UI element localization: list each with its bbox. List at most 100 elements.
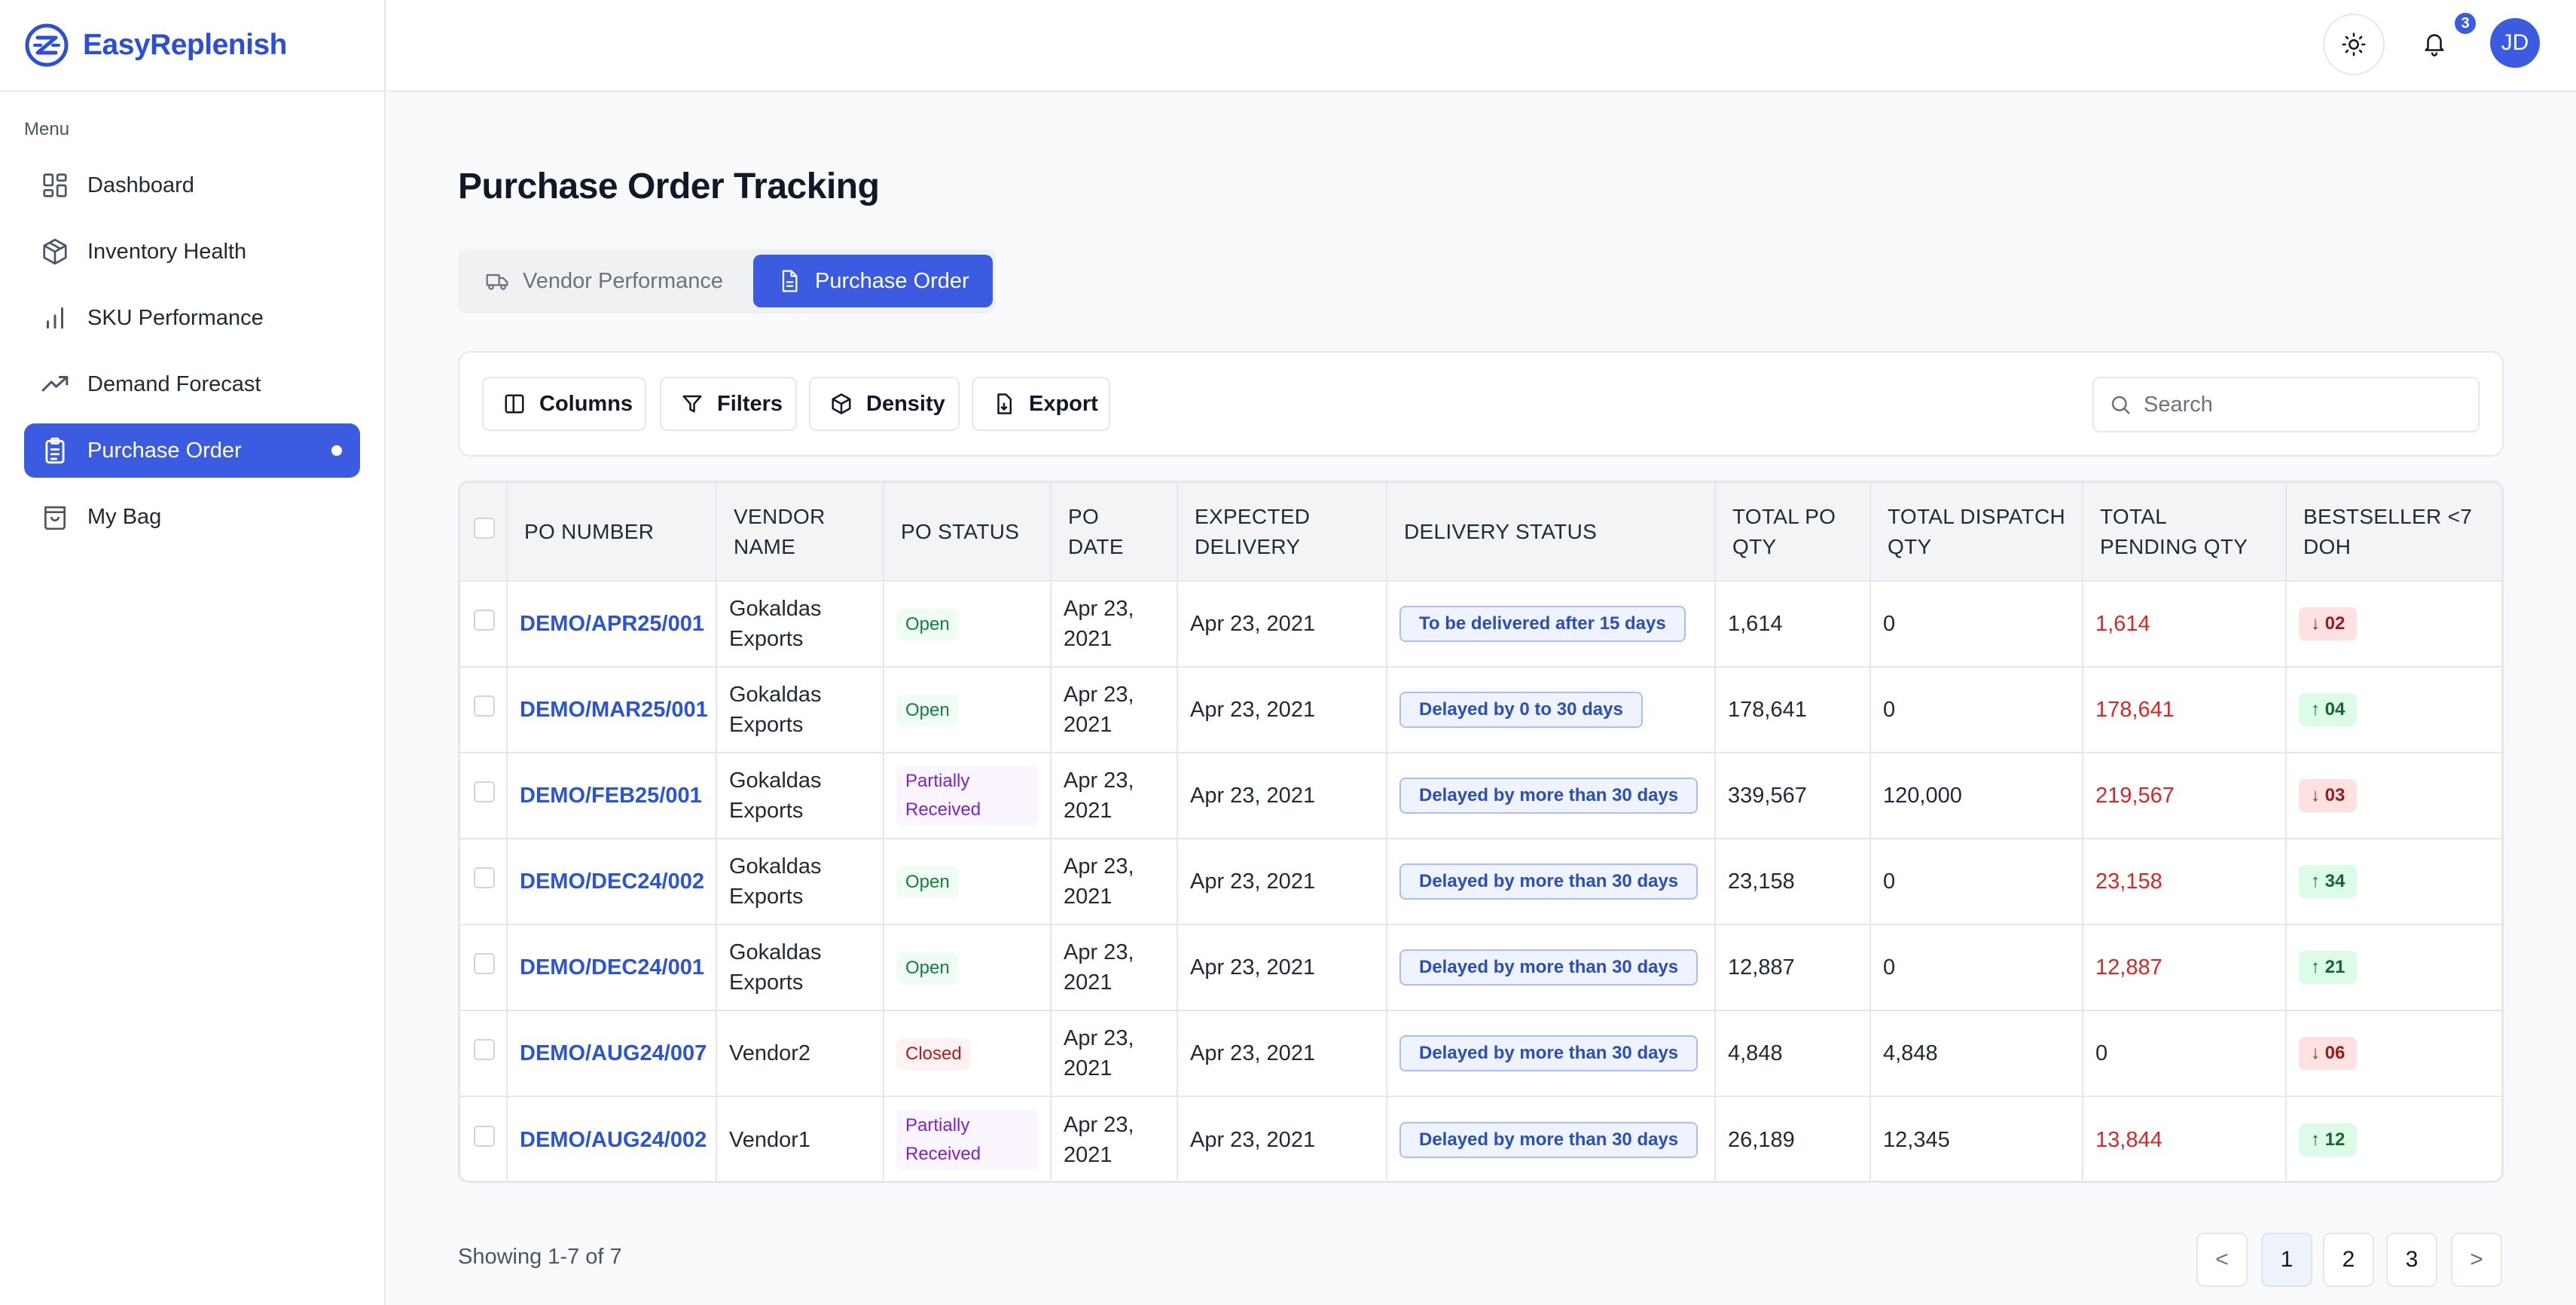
page-3-button[interactable]: 3 (2386, 1233, 2437, 1287)
total-pending-qty-cell: 178,641 (2083, 667, 2287, 753)
total-pending-qty-cell: 1,614 (2083, 581, 2287, 668)
table-toolbar: Columns Filters Density Export (458, 351, 2504, 457)
po-number-link[interactable]: DEMO/FEB25/001 (520, 784, 702, 808)
header-delivery-status[interactable]: DELIVERY STATUS (1387, 483, 1716, 582)
search-input[interactable] (2144, 392, 2460, 417)
filters-button[interactable]: Filters (660, 377, 797, 431)
density-label: Density (866, 391, 945, 416)
bestseller-trend-badge: ↑ 12 (2299, 1123, 2358, 1157)
header-po-date[interactable]: PO DATE (1051, 483, 1178, 582)
columns-icon (505, 394, 524, 414)
row-select-cell (460, 667, 508, 753)
row-checkbox[interactable] (474, 1039, 495, 1060)
total-dispatch-qty-cell: 0 (1870, 667, 2083, 753)
row-checkbox[interactable] (474, 867, 495, 888)
theme-toggle-button[interactable] (2323, 14, 2385, 75)
sidebar-item-inventory-health[interactable]: Inventory Health (24, 225, 360, 279)
row-checkbox[interactable] (474, 781, 495, 802)
header-total-po-qty[interactable]: TOTAL PO QTY (1715, 483, 1871, 582)
header-expected-delivery[interactable]: EXPECTED DELIVERY (1177, 483, 1387, 582)
total-dispatch-qty-cell: 0 (1870, 839, 2083, 925)
columns-label: Columns (539, 391, 633, 416)
export-button[interactable]: Export (972, 377, 1110, 431)
po-status-badge: Open (896, 694, 959, 726)
po-number-cell: DEMO/AUG24/002 (507, 1096, 717, 1181)
header-po-number[interactable]: PO NUMBER (507, 483, 717, 582)
page-1-button[interactable]: 1 (2261, 1233, 2312, 1287)
delivery-status-cell: Delayed by more than 30 days (1387, 1010, 1716, 1097)
table-row[interactable]: DEMO/MAR25/001 Gokaldas Exports Open Apr 23… (460, 667, 2501, 753)
po-status-cell: Partially Received (884, 1096, 1051, 1181)
delivery-status-badge: Delayed by more than 30 days (1399, 1035, 1699, 1071)
expected-delivery-cell: Apr 23, 2021 (1177, 1010, 1387, 1097)
tab-purchase-order[interactable]: Purchase Order (753, 255, 993, 307)
po-status-cell: Open (884, 925, 1051, 1011)
header-total-dispatch-qty[interactable]: TOTAL DISPATCH QTY (1870, 483, 2083, 582)
vendor-name-cell: Gokaldas Exports (716, 667, 884, 753)
avatar[interactable]: JD (2490, 18, 2540, 68)
po-number-link[interactable]: DEMO/DEC24/001 (520, 955, 704, 980)
dashboard-grid-icon (43, 173, 67, 197)
filters-label: Filters (717, 391, 783, 416)
sun-icon (2342, 32, 2366, 57)
header-po-status[interactable]: PO STATUS (884, 483, 1051, 582)
table-row[interactable]: DEMO/DEC24/001 Gokaldas Exports Open Apr 23… (460, 925, 2501, 1011)
row-checkbox[interactable] (474, 1125, 495, 1147)
notifications-button[interactable] (2413, 23, 2455, 65)
po-status-cell: Closed (884, 1010, 1051, 1097)
header-bestseller[interactable]: BESTSELLER <7 DOH (2286, 483, 2501, 582)
po-status-badge: Partially Received (896, 1109, 1038, 1170)
brand-name[interactable]: EasyReplenish (83, 29, 287, 62)
expected-delivery-cell: Apr 23, 2021 (1177, 581, 1387, 668)
delivery-status-badge: Delayed by 0 to 30 days (1399, 692, 1643, 728)
sidebar-item-my-bag[interactable]: My Bag (24, 490, 360, 544)
select-all-checkbox[interactable] (474, 517, 495, 539)
prev-page-button[interactable]: < (2196, 1233, 2248, 1287)
bestseller-trend-badge: ↓ 06 (2299, 1037, 2358, 1070)
sidebar-item-demand-forecast[interactable]: Demand Forecast (24, 357, 360, 411)
header-vendor-name[interactable]: VENDOR NAME (716, 483, 884, 582)
table-row[interactable]: DEMO/AUG24/007 Vendor2 Closed Apr 23, 2021 A… (460, 1010, 2501, 1097)
row-checkbox[interactable] (474, 695, 495, 717)
bestseller-cell: ↑ 34 (2286, 839, 2501, 925)
total-po-qty-cell: 12,887 (1715, 925, 1871, 1011)
po-number-link[interactable]: DEMO/AUG24/007 (520, 1041, 707, 1065)
po-number-link[interactable]: DEMO/AUG24/002 (520, 1128, 707, 1152)
header-total-pending-qty[interactable]: TOTAL PENDING QTY (2083, 483, 2287, 582)
table-row[interactable]: DEMO/AUG24/002 Vendor1 Partially Received A… (460, 1096, 2501, 1181)
total-po-qty-cell: 1,614 (1715, 581, 1871, 668)
po-number-link[interactable]: DEMO/MAR25/001 (520, 698, 708, 722)
tab-label: Vendor Performance (523, 268, 723, 293)
row-select-cell (460, 1096, 508, 1181)
po-status-cell: Open (884, 667, 1051, 753)
filter-icon (682, 395, 702, 413)
tab-vendor-performance[interactable]: Vendor Performance (485, 255, 771, 307)
row-checkbox[interactable] (474, 610, 495, 631)
sidebar-item-sku-performance[interactable]: SKU Performance (24, 291, 360, 345)
expected-delivery-cell: Apr 23, 2021 (1177, 839, 1387, 925)
next-page-button[interactable]: > (2451, 1233, 2502, 1287)
bestseller-cell: ↓ 06 (2286, 1010, 2501, 1097)
total-dispatch-qty-cell: 0 (1870, 581, 2083, 668)
delivery-status-badge: Delayed by more than 30 days (1399, 863, 1699, 900)
sidebar-item-purchase-order[interactable]: Purchase Order (24, 423, 360, 478)
table-row[interactable]: DEMO/DEC24/002 Gokaldas Exports Open Apr 23… (460, 839, 2501, 925)
bestseller-trend-badge: ↑ 04 (2299, 693, 2358, 726)
po-number-link[interactable]: DEMO/APR25/001 (520, 612, 704, 636)
brand-logo-icon[interactable] (24, 23, 69, 68)
trending-up-icon (41, 375, 69, 392)
row-checkbox[interactable] (474, 953, 495, 974)
page-title: Purchase Order Tracking (458, 167, 880, 206)
page-2-button[interactable]: 2 (2323, 1233, 2374, 1287)
showing-count: Showing 1-7 of 7 (458, 1245, 622, 1269)
sidebar-item-dashboard[interactable]: Dashboard (24, 158, 360, 212)
columns-button[interactable]: Columns (482, 377, 646, 431)
table-row[interactable]: DEMO/FEB25/001 Gokaldas Exports Partially … (460, 753, 2501, 839)
delivery-status-cell: Delayed by more than 30 days (1387, 1096, 1716, 1181)
total-dispatch-qty-cell: 12,345 (1870, 1096, 2083, 1181)
table-row[interactable]: DEMO/APR25/001 Gokaldas Exports Open Apr 23… (460, 581, 2501, 668)
po-number-link[interactable]: DEMO/DEC24/002 (520, 869, 704, 894)
po-status-badge: Open (896, 952, 959, 984)
tab-label: Purchase Order (815, 268, 969, 293)
density-button[interactable]: Density (809, 377, 960, 431)
